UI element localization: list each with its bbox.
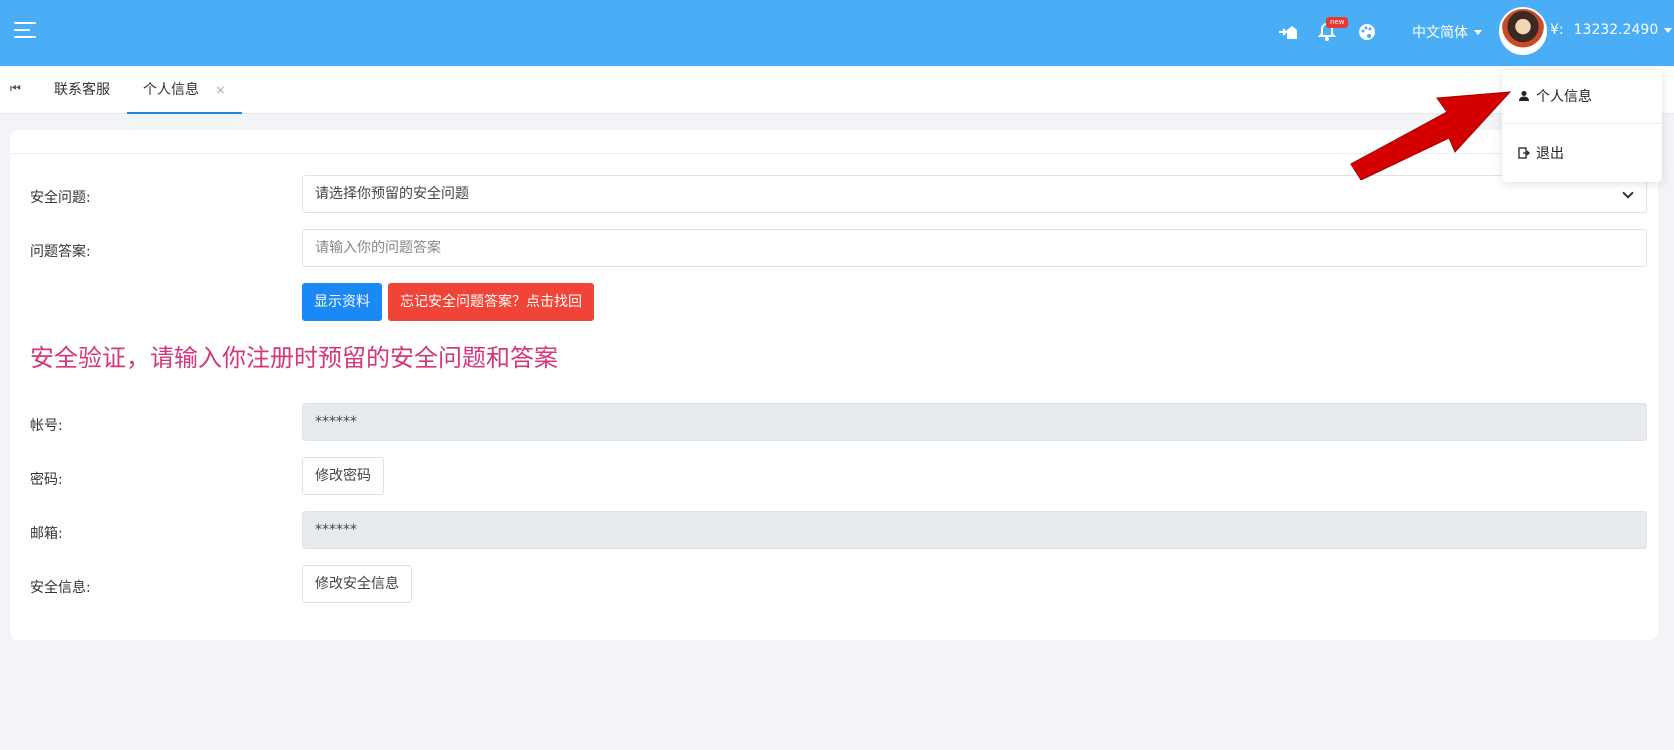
change-password-button[interactable]: 修改密码 xyxy=(302,457,384,495)
email-label: 邮箱: xyxy=(30,526,63,542)
user-dropdown-menu: 个人信息 退出 xyxy=(1502,70,1662,182)
balance-menu[interactable]: ¥: 13232.2490 xyxy=(1550,22,1673,38)
tab-contact-service[interactable]: 联系客服 xyxy=(38,66,126,114)
dropdown-label: 退出 xyxy=(1536,146,1564,162)
chevron-down-icon xyxy=(1474,29,1482,35)
security-question-select[interactable]: 请选择你预留的安全问题 xyxy=(302,175,1647,213)
email-value: ****** xyxy=(315,522,357,538)
annotation-arrow xyxy=(1350,91,1512,180)
account-field: ****** xyxy=(302,403,1647,441)
tab-label: 联系客服 xyxy=(54,82,110,98)
balance-value: 13232.2490 xyxy=(1573,22,1659,38)
answer-placeholder: 请输入你的问题答案 xyxy=(315,240,441,256)
first-page-icon[interactable]: ⏮ xyxy=(10,81,21,96)
security-warning: 安全验证，请输入你注册时预留的安全问题和答案 xyxy=(30,344,558,372)
hamburger-icon[interactable] xyxy=(14,22,36,40)
personal-info-card: 安全问题: 请选择你预留的安全问题 问题答案: 请输入你的问题答案 显示资料 忘… xyxy=(10,130,1658,640)
email-field: ****** xyxy=(302,511,1647,549)
user-icon xyxy=(1519,91,1529,101)
language-selector[interactable]: 中文简体 xyxy=(1412,22,1482,42)
top-navbar: new 中文简体 ¥: 13232.2490 xyxy=(0,0,1674,66)
dropdown-item-personal-info[interactable]: 个人信息 xyxy=(1518,86,1592,106)
security-question-value: 请选择你预留的安全问题 xyxy=(315,186,469,202)
dropdown-label: 个人信息 xyxy=(1536,89,1592,105)
language-label: 中文简体 xyxy=(1412,25,1468,41)
account-value: ****** xyxy=(315,414,357,430)
answer-input[interactable]: 请输入你的问题答案 xyxy=(302,229,1647,267)
logout-icon xyxy=(1518,147,1530,159)
login-icon[interactable] xyxy=(1276,20,1300,44)
security-question-label: 安全问题: xyxy=(30,190,91,206)
answer-label: 问题答案: xyxy=(30,244,91,260)
currency-symbol: ¥: xyxy=(1550,22,1564,38)
chevron-down-icon xyxy=(1664,27,1673,33)
forgot-answer-button[interactable]: 忘记安全问题答案？点击找回 xyxy=(388,283,594,321)
change-security-info-button[interactable]: 修改安全信息 xyxy=(302,565,412,603)
palette-icon[interactable] xyxy=(1355,20,1379,44)
password-label: 密码: xyxy=(30,472,63,488)
chevron-down-icon xyxy=(1622,187,1634,199)
dropdown-item-logout[interactable]: 退出 xyxy=(1518,143,1564,163)
notification-badge: new xyxy=(1326,17,1349,28)
divider xyxy=(1502,123,1662,124)
avatar[interactable] xyxy=(1499,7,1547,55)
tab-label: 个人信息 xyxy=(143,82,199,98)
close-icon[interactable]: × xyxy=(215,83,225,97)
account-label: 帐号: xyxy=(30,418,63,434)
show-info-button[interactable]: 显示资料 xyxy=(302,283,382,321)
tab-personal-info[interactable]: 个人信息 × xyxy=(127,66,242,114)
security-info-label: 安全信息: xyxy=(30,580,91,596)
